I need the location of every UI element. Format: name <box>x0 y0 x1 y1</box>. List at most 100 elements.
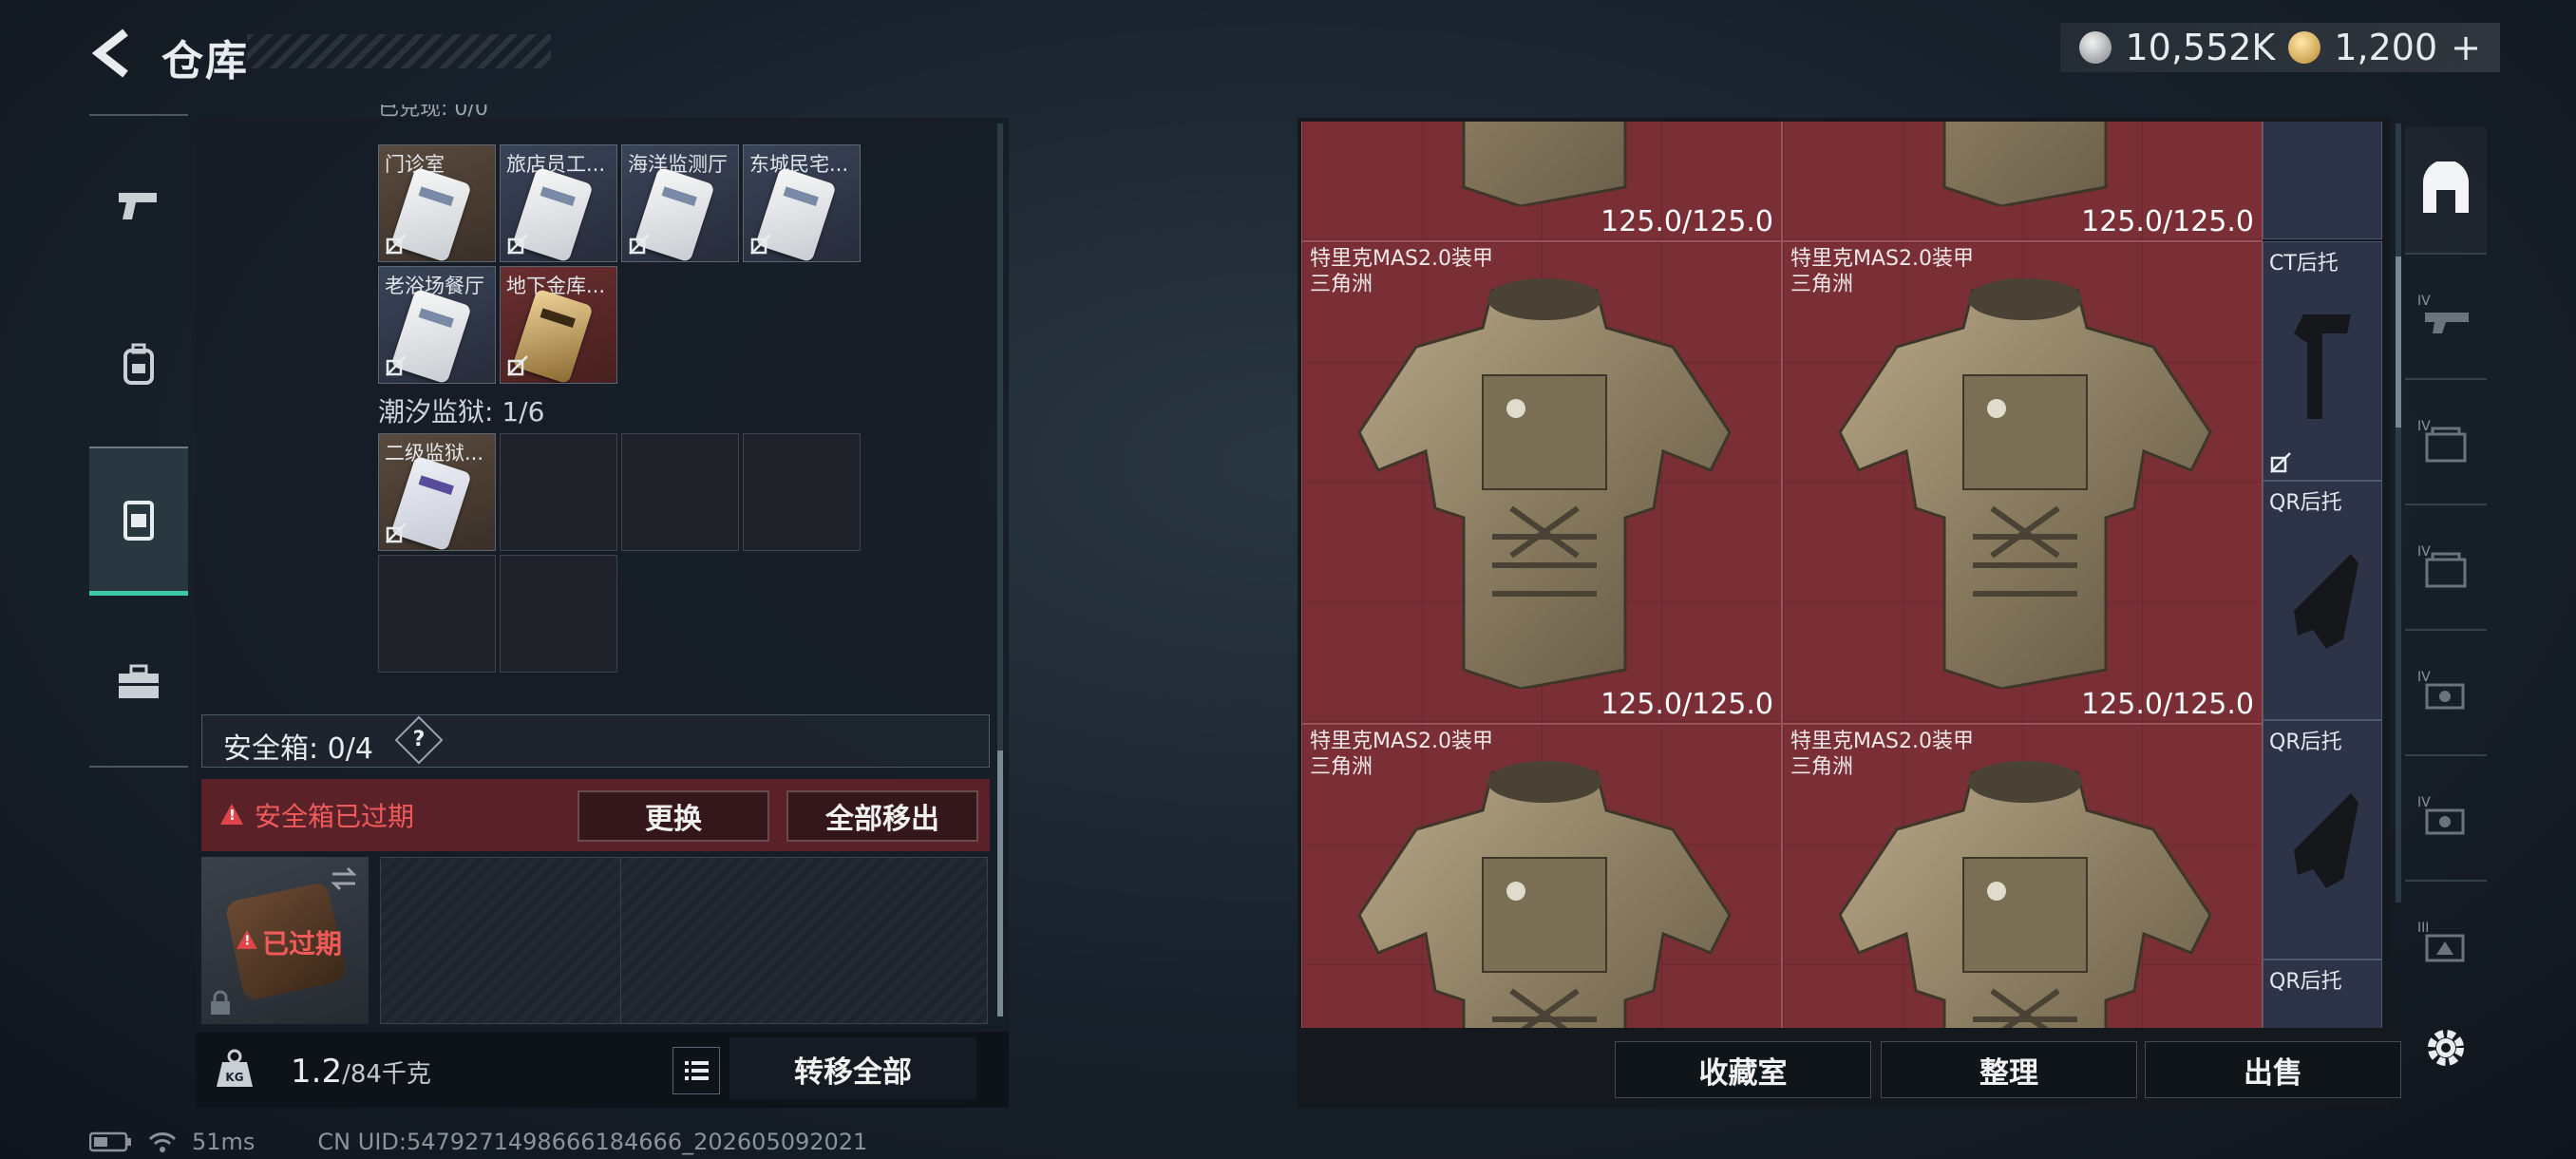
sell-button[interactable]: 出售 <box>2145 1041 2401 1098</box>
tab-chest-rig[interactable] <box>89 446 188 596</box>
ammo-grade-iv-icon: IV <box>2417 795 2465 835</box>
stash-item-stock[interactable]: QR后托 <box>2263 960 2382 1028</box>
stock-name: QR后托 <box>2269 970 2342 994</box>
keycard-item[interactable]: 地下金库... <box>500 266 617 384</box>
keycard-item[interactable]: 二级监狱... <box>378 433 496 551</box>
svg-text:IV: IV <box>2417 294 2431 309</box>
tab-weapons[interactable] <box>89 135 188 277</box>
armor-durability: 125.0/125.0 <box>1601 205 1773 238</box>
back-chevron-icon[interactable] <box>87 25 137 82</box>
silver-balance: 10,552K <box>2125 27 2276 68</box>
settings-gear-icon[interactable] <box>2422 1024 2470 1072</box>
weight-capacity: /84千克 <box>342 1060 431 1089</box>
armor-durability: 125.0/125.0 <box>1601 688 1773 721</box>
keycard-item[interactable]: 门诊室 <box>378 144 496 262</box>
non-transferable-icon <box>507 234 528 255</box>
tab-backpack[interactable] <box>89 293 188 435</box>
rail-item-gear-2[interactable]: IV <box>2405 504 2487 631</box>
empty-slot[interactable] <box>378 555 496 673</box>
stash-item-armor[interactable]: 125.0/125.0 <box>1782 122 2263 241</box>
stash-item-armor[interactable]: 特里克MAS2.0装甲 三角洲 125.0/125.0 <box>1301 241 1782 724</box>
add-currency-button[interactable]: + <box>2451 27 2481 68</box>
armor-vest-image <box>1350 122 1739 206</box>
rail-item-ammo-2[interactable]: IV <box>2405 754 2487 882</box>
help-icon[interactable]: ? <box>394 715 444 765</box>
title-decoration <box>247 34 551 68</box>
cut-off-label: 已兑现: 0/0 <box>378 104 488 121</box>
inventory-scrollbar-thumb[interactable] <box>997 750 1003 1016</box>
safebox-expired-message: 安全箱已过期 <box>255 801 415 832</box>
stash-item-armor[interactable]: 特里克MAS2.0装甲 三角洲 125.0/125.0 <box>1782 241 2263 724</box>
non-transferable-icon <box>386 522 407 543</box>
non-transferable-icon <box>507 355 528 376</box>
material-grade-iii-icon: III <box>2417 921 2465 962</box>
safebox-case-slot[interactable]: 已过期 <box>201 857 369 1024</box>
keycard-item[interactable]: 海洋监测厅 <box>621 144 739 262</box>
svg-text:IV: IV <box>2417 544 2431 560</box>
svg-text:IV: IV <box>2417 419 2431 434</box>
safebox-locked-grid <box>380 857 988 1024</box>
inventory-footer: KG 1.2/84千克 转移全部 <box>196 1032 1009 1108</box>
stash-item-stock[interactable]: CT后托 <box>2263 241 2382 481</box>
stash-item-armor[interactable]: 特里克MAS2.0装甲 三角洲 <box>1301 724 1782 1028</box>
keycard-item[interactable]: 旅店员工... <box>500 144 617 262</box>
svg-text:IV: IV <box>2417 795 2431 810</box>
swap-icon <box>331 866 357 891</box>
stash-item-armor[interactable]: 特里克MAS2.0装甲 三角洲 <box>1782 724 2263 1028</box>
rail-item-weapons[interactable]: IV <box>2405 253 2487 380</box>
list-view-button[interactable] <box>672 1047 720 1094</box>
battery-icon <box>89 1131 131 1152</box>
chest-rig-icon <box>123 501 154 541</box>
transfer-all-button[interactable]: 转移全部 <box>729 1037 976 1100</box>
lock-icon <box>211 990 230 1015</box>
stash-scrollbar-thumb[interactable] <box>2396 256 2401 428</box>
case-expired-badge: 已过期 <box>262 928 343 960</box>
svg-text:IV: IV <box>2417 670 2431 685</box>
stash-item-stock[interactable]: QR后托 <box>2263 481 2382 720</box>
keycard-item[interactable]: 老浴场餐厅 <box>378 266 496 384</box>
rail-item-materials[interactable]: III <box>2405 880 2487 1005</box>
warning-icon <box>220 804 243 825</box>
armor-vest-image <box>1830 753 2220 1028</box>
warning-icon <box>237 930 257 949</box>
gear-grade-iv-icon: IV <box>2417 419 2467 463</box>
weight-icon: KG <box>217 1049 253 1087</box>
armor-vest-image <box>1350 753 1739 1028</box>
current-weight: 1.2 <box>291 1053 343 1091</box>
left-category-nav <box>89 114 188 768</box>
empty-slot[interactable] <box>500 555 617 673</box>
collection-room-button[interactable]: 收藏室 <box>1615 1041 1871 1098</box>
stash-scrollbar[interactable] <box>2396 124 2401 902</box>
armor-vest-image <box>1830 271 2220 689</box>
stash-category-rail: IV IV IV IV IV III <box>2405 127 2487 1011</box>
rail-item-all[interactable] <box>2405 127 2487 255</box>
keycard-item[interactable]: 东城民宅... <box>743 144 861 262</box>
replace-button[interactable]: 更换 <box>578 790 769 842</box>
silver-coin-icon <box>2079 31 2112 64</box>
prison-section-label: 潮汐监狱: 1/6 <box>378 396 545 428</box>
empty-slot[interactable] <box>621 433 739 551</box>
rail-item-gear[interactable]: IV <box>2405 378 2487 505</box>
uid-text: CN UID:5479271498666184666_202605092021 <box>317 1129 868 1155</box>
stash-item-armor[interactable]: 125.0/125.0 <box>1301 122 1782 241</box>
safebox-expired-bar: 安全箱已过期 更换 全部移出 <box>201 779 990 851</box>
stash-item-stock[interactable] <box>2263 122 2382 239</box>
empty-slot[interactable] <box>500 433 617 551</box>
non-transferable-icon <box>629 234 650 255</box>
stash-footer: 收藏室 整理 出售 <box>1297 1032 2401 1108</box>
empty-slot[interactable] <box>743 433 861 551</box>
pistol-icon <box>119 193 157 219</box>
rail-item-ammo[interactable]: IV <box>2405 629 2487 756</box>
stock-name: CT后托 <box>2269 252 2339 276</box>
sort-button[interactable]: 整理 <box>1881 1041 2137 1098</box>
stash-item-stock[interactable]: QR后托 <box>2263 720 2382 960</box>
weight-readout: 1.2/84千克 <box>291 1053 431 1091</box>
svg-text:KG: KG <box>225 1071 243 1084</box>
status-bar: 51ms CN UID:5479271498666184666_20260509… <box>89 1129 867 1155</box>
ammo-grade-iv-icon: IV <box>2417 670 2465 710</box>
armor-vest-image <box>1350 271 1739 689</box>
non-transferable-icon <box>386 234 407 255</box>
tab-toolbox[interactable] <box>89 610 188 752</box>
currency-bar: 10,552K 1,200 + <box>2060 23 2500 72</box>
remove-all-button[interactable]: 全部移出 <box>786 790 978 842</box>
